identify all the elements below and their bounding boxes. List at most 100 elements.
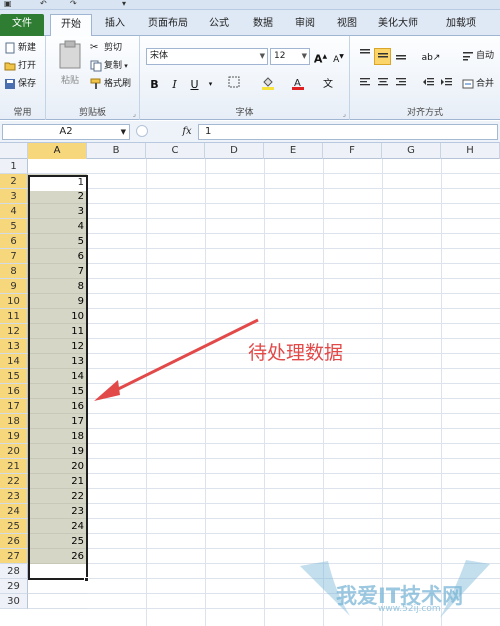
- row-cells[interactable]: [87, 384, 500, 399]
- align-center-button[interactable]: [374, 76, 391, 93]
- phonetic-button[interactable]: 文: [318, 76, 338, 93]
- wrap-text-button[interactable]: 自动: [462, 48, 494, 64]
- row-cells[interactable]: [87, 459, 500, 474]
- cell-a[interactable]: [28, 564, 87, 579]
- row-header[interactable]: 24: [0, 504, 28, 519]
- tab-file[interactable]: 文件: [0, 14, 44, 36]
- row-cells[interactable]: [87, 309, 500, 324]
- tab-insert[interactable]: 插入: [96, 14, 134, 36]
- shrink-font-button[interactable]: A▼: [330, 48, 347, 65]
- row-header[interactable]: 6: [0, 234, 28, 249]
- row-header[interactable]: 12: [0, 324, 28, 339]
- cell-a[interactable]: 4: [28, 219, 87, 234]
- row-header[interactable]: 9: [0, 279, 28, 294]
- row-cells[interactable]: [87, 249, 500, 264]
- cell-a[interactable]: 6: [28, 249, 87, 264]
- underline-dropdown[interactable]: ▾: [202, 76, 219, 93]
- undo-icon[interactable]: ↶: [40, 0, 47, 8]
- row-cells[interactable]: [87, 519, 500, 534]
- tab-review[interactable]: 审阅: [286, 14, 324, 36]
- row-cells[interactable]: [87, 264, 500, 279]
- insert-function-button[interactable]: fx: [178, 124, 196, 140]
- underline-button[interactable]: U: [186, 76, 203, 93]
- column-header-g[interactable]: G: [382, 143, 441, 159]
- row-cells[interactable]: [87, 429, 500, 444]
- formula-input[interactable]: 1: [198, 124, 498, 140]
- save-button[interactable]: 保存: [4, 76, 36, 92]
- cell-a[interactable]: 26: [28, 549, 87, 564]
- qat-more-icon[interactable]: ▾: [122, 0, 126, 8]
- new-button[interactable]: 新建: [4, 40, 36, 56]
- tab-view[interactable]: 视图: [328, 14, 366, 36]
- row-cells[interactable]: [87, 399, 500, 414]
- row-header[interactable]: 22: [0, 474, 28, 489]
- row-cells[interactable]: [87, 174, 500, 189]
- cell-a[interactable]: [28, 594, 87, 609]
- cell-a[interactable]: 8: [28, 279, 87, 294]
- tab-beautify[interactable]: 美化大师: [370, 14, 426, 36]
- increase-indent-button[interactable]: [438, 76, 455, 93]
- cell-a[interactable]: 19: [28, 444, 87, 459]
- italic-button[interactable]: I: [166, 76, 183, 93]
- row-cells[interactable]: [87, 294, 500, 309]
- row-header[interactable]: 26: [0, 534, 28, 549]
- cell-a[interactable]: 18: [28, 429, 87, 444]
- row-header[interactable]: 3: [0, 189, 28, 204]
- column-header-e[interactable]: E: [264, 143, 323, 159]
- active-cell[interactable]: 1: [28, 175, 88, 191]
- cell-a[interactable]: 25: [28, 534, 87, 549]
- format-painter-button[interactable]: 格式刷: [90, 76, 131, 92]
- column-header-c[interactable]: C: [146, 143, 205, 159]
- align-left-button[interactable]: [356, 76, 373, 93]
- row-header[interactable]: 28: [0, 564, 28, 579]
- cell-a[interactable]: 3: [28, 204, 87, 219]
- tab-page-layout[interactable]: 页面布局: [140, 14, 196, 36]
- row-cells[interactable]: [87, 219, 500, 234]
- cell-a[interactable]: [28, 159, 87, 174]
- align-middle-button[interactable]: [374, 48, 391, 65]
- column-header-a[interactable]: A: [28, 143, 87, 159]
- row-cells[interactable]: [87, 504, 500, 519]
- row-cells[interactable]: [87, 279, 500, 294]
- cell-a[interactable]: 20: [28, 459, 87, 474]
- row-cells[interactable]: [87, 414, 500, 429]
- cell-a[interactable]: 5: [28, 234, 87, 249]
- column-header-h[interactable]: H: [441, 143, 500, 159]
- row-header[interactable]: 2: [0, 174, 28, 189]
- align-top-button[interactable]: [356, 48, 373, 65]
- row-header[interactable]: 16: [0, 384, 28, 399]
- row-header[interactable]: 18: [0, 414, 28, 429]
- font-size-select[interactable]: 12 ▼: [270, 48, 310, 65]
- row-header[interactable]: 21: [0, 459, 28, 474]
- row-header[interactable]: 13: [0, 339, 28, 354]
- row-cells[interactable]: [87, 444, 500, 459]
- row-header[interactable]: 29: [0, 579, 28, 594]
- cut-button[interactable]: ✂ 剪切: [90, 40, 122, 56]
- row-header[interactable]: 30: [0, 594, 28, 609]
- cell-a[interactable]: 10: [28, 309, 87, 324]
- expand-icon[interactable]: [136, 125, 148, 137]
- orientation-button[interactable]: ab↗: [420, 48, 442, 65]
- merge-center-button[interactable]: 合并: [462, 76, 494, 92]
- tab-addins[interactable]: 加载项: [436, 14, 486, 36]
- cell-a[interactable]: [28, 579, 87, 594]
- tab-home[interactable]: 开始: [50, 14, 92, 36]
- cell-a[interactable]: 24: [28, 519, 87, 534]
- row-cells[interactable]: [87, 324, 500, 339]
- row-header[interactable]: 19: [0, 429, 28, 444]
- cell-a[interactable]: 11: [28, 324, 87, 339]
- row-cells[interactable]: [87, 474, 500, 489]
- cell-a[interactable]: 21: [28, 474, 87, 489]
- row-cells[interactable]: [87, 369, 500, 384]
- row-cells[interactable]: [87, 189, 500, 204]
- font-color-button[interactable]: A: [286, 76, 310, 93]
- tab-formulas[interactable]: 公式: [200, 14, 238, 36]
- open-button[interactable]: 打开: [4, 58, 36, 74]
- clipboard-launcher-icon[interactable]: ⌟: [133, 110, 136, 118]
- row-cells[interactable]: [87, 234, 500, 249]
- row-header[interactable]: 17: [0, 399, 28, 414]
- row-header[interactable]: 25: [0, 519, 28, 534]
- font-name-select[interactable]: 宋体 ▼: [146, 48, 268, 65]
- bold-button[interactable]: B: [146, 76, 163, 93]
- row-cells[interactable]: [87, 489, 500, 504]
